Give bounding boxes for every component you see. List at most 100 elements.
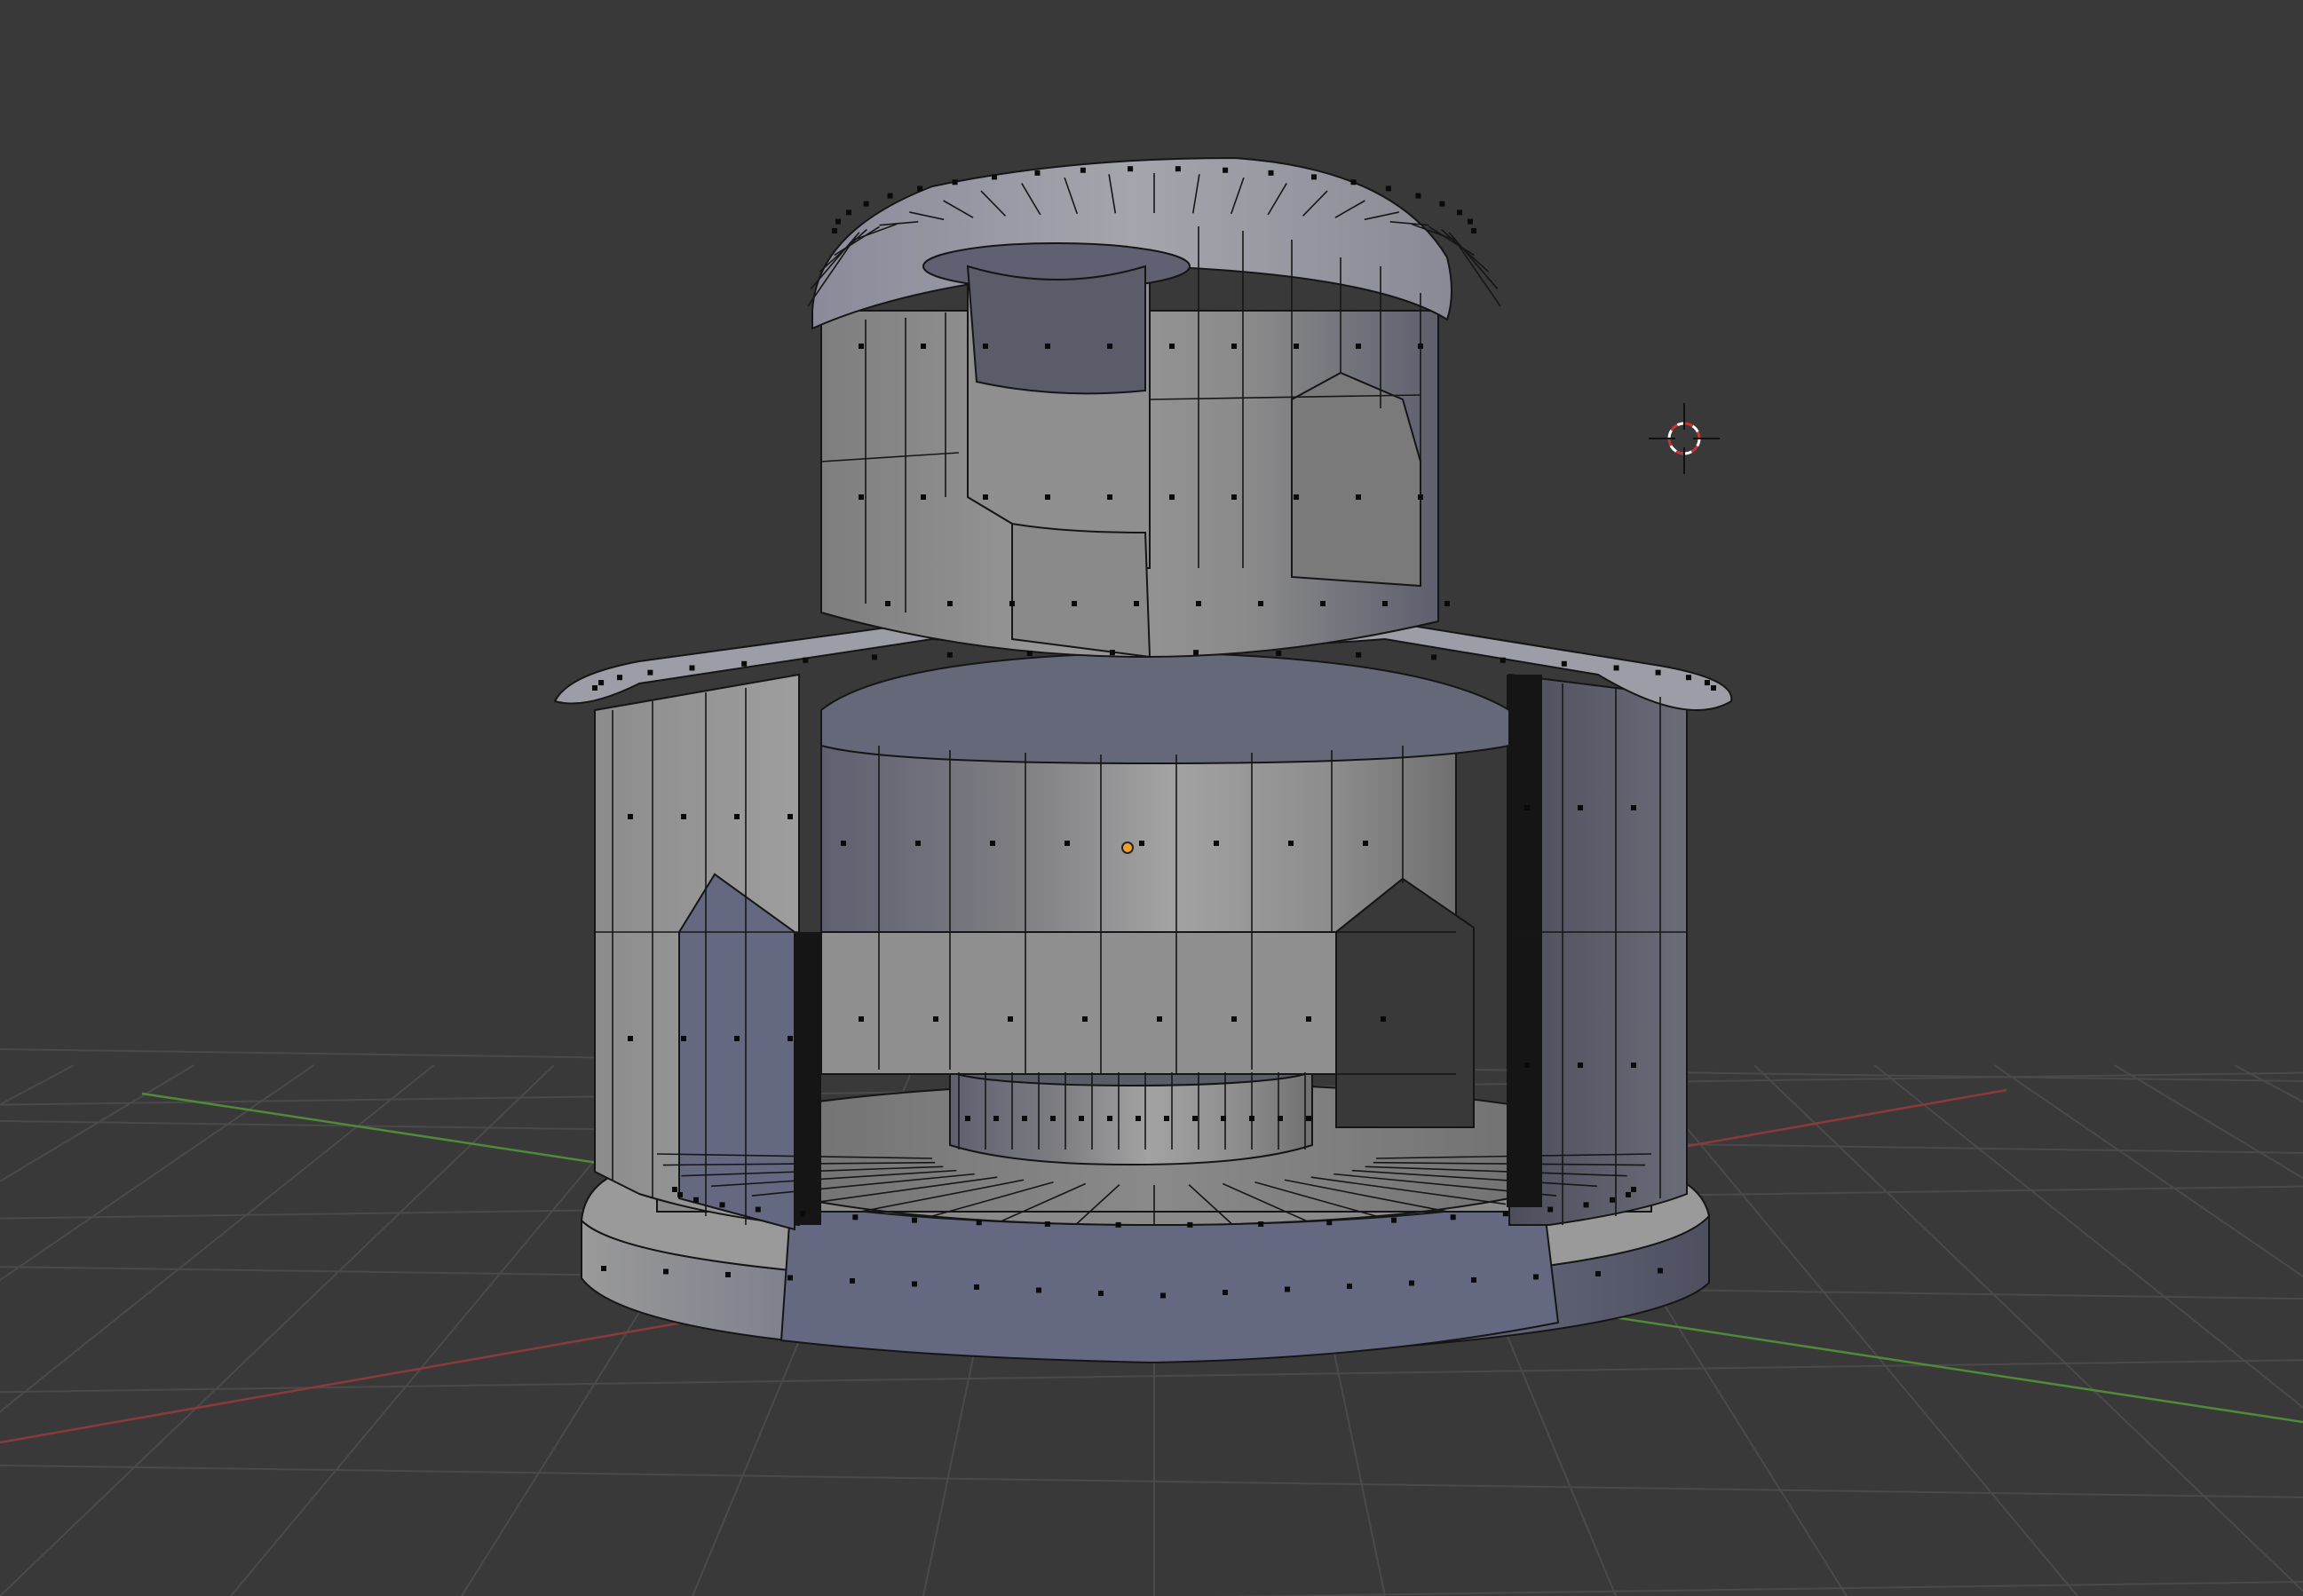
face-dot <box>1613 665 1619 671</box>
face-dot <box>1231 344 1237 349</box>
face-dot <box>835 218 842 225</box>
face-dot <box>845 209 851 216</box>
face-dot <box>1631 805 1636 810</box>
face-dot <box>616 675 622 681</box>
face-dot <box>1524 805 1530 810</box>
face-dot <box>598 680 605 686</box>
face-dot <box>1169 344 1175 349</box>
face-dot <box>681 1036 686 1041</box>
face-dot <box>1258 601 1263 606</box>
face-dot <box>912 1281 917 1287</box>
object-origin-icon[interactable] <box>1121 841 1134 854</box>
face-dot <box>1107 1116 1112 1121</box>
mesh-edge <box>1451 234 1501 307</box>
face-dot <box>1467 218 1473 225</box>
face-dot <box>734 1036 740 1041</box>
face-dot <box>992 174 997 180</box>
face-dot <box>1418 344 1423 349</box>
face-dot <box>1294 344 1299 349</box>
face-dot <box>725 1272 731 1277</box>
face-dot <box>677 1191 684 1197</box>
3d-viewport[interactable] <box>0 0 2303 1596</box>
face-dot <box>1223 167 1229 173</box>
face-dot <box>1268 170 1274 176</box>
face-dot <box>1136 1116 1141 1121</box>
grid-line <box>1873 1064 2303 1409</box>
face-dot <box>1500 657 1506 663</box>
face-dot <box>1107 344 1112 349</box>
face-dot <box>1524 1063 1530 1068</box>
face-dot <box>1294 494 1299 500</box>
face-dot <box>1583 1202 1589 1208</box>
face-dot <box>1107 494 1112 500</box>
upper-doorway-right[interactable] <box>1291 371 1421 588</box>
face-dot <box>1187 1221 1193 1228</box>
face-dot <box>1415 193 1421 199</box>
grid-line <box>0 1064 555 1596</box>
face-dot <box>1115 1221 1121 1228</box>
face-dot <box>1249 1116 1254 1121</box>
face-dot <box>852 1214 859 1221</box>
face-dot <box>1098 1291 1104 1296</box>
doorway-left <box>678 873 795 1231</box>
face-dot <box>1686 675 1692 681</box>
face-dot <box>933 1016 938 1022</box>
face-dot <box>1072 601 1077 606</box>
face-dot <box>1631 1063 1636 1068</box>
face-dot <box>803 657 809 663</box>
face-dot <box>628 814 633 819</box>
grid-line <box>1753 1064 2303 1592</box>
face-dot <box>1050 1116 1056 1121</box>
face-dot <box>1561 660 1567 667</box>
face-dot <box>841 841 846 846</box>
mid-roof-slope[interactable] <box>820 651 1510 765</box>
face-dot <box>1350 179 1357 186</box>
face-dot <box>921 494 926 500</box>
face-dot <box>755 1206 761 1213</box>
face-dot <box>1045 344 1050 349</box>
face-dot <box>1109 650 1115 656</box>
face-dot <box>681 814 686 819</box>
face-dot <box>663 1268 669 1275</box>
face-dot <box>1008 1016 1013 1022</box>
face-dot <box>1578 1063 1583 1068</box>
face-dot <box>1444 601 1450 606</box>
face-dot <box>887 193 893 199</box>
face-dot <box>1064 841 1070 846</box>
face-dot <box>1175 166 1181 172</box>
base-front-face[interactable] <box>780 1211 1560 1364</box>
face-dot <box>1382 601 1388 606</box>
face-dot <box>1009 601 1015 606</box>
face-dot <box>1320 601 1326 606</box>
face-dot <box>787 814 793 819</box>
face-dot <box>1139 841 1144 846</box>
face-dot <box>1385 186 1391 192</box>
face-dot <box>1502 1211 1508 1217</box>
face-dot <box>1160 1292 1166 1299</box>
face-dot <box>1128 166 1134 172</box>
face-dot <box>912 1217 917 1223</box>
face-dot <box>1655 669 1661 676</box>
grid-line <box>0 1064 194 1182</box>
face-dot <box>1631 1187 1636 1192</box>
face-dot <box>1578 805 1583 810</box>
face-dot <box>1356 652 1362 658</box>
grid-line <box>0 1359 2303 1394</box>
face-dot <box>1276 651 1282 657</box>
face-dot <box>915 841 921 846</box>
face-dot <box>863 201 869 207</box>
face-dot <box>672 1187 677 1192</box>
face-dot <box>965 1116 970 1121</box>
face-dot <box>1439 201 1445 207</box>
mesh-object[interactable] <box>553 156 1733 1364</box>
upper-column[interactable] <box>1011 522 1152 659</box>
inner-wall-lower[interactable] <box>820 931 1337 1075</box>
3d-cursor-icon[interactable] <box>1649 403 1720 474</box>
face-dot <box>1431 654 1436 660</box>
face-dot <box>601 1266 606 1271</box>
face-dot <box>1547 1206 1554 1213</box>
face-dot <box>1471 1277 1476 1283</box>
face-dot <box>800 1211 806 1217</box>
face-dot <box>1164 1116 1169 1121</box>
face-dot <box>1391 1217 1397 1223</box>
